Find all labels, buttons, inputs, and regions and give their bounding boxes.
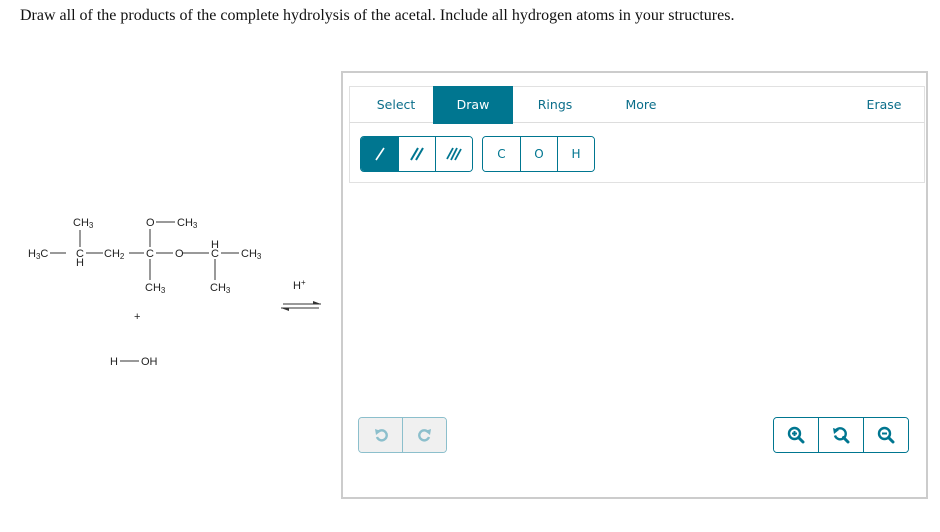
- triple-bond-icon: [446, 147, 462, 161]
- zoom-in-icon: [787, 426, 805, 444]
- atom-label: CH3: [145, 282, 166, 295]
- atom-label: H: [110, 356, 118, 368]
- zoom-reset-icon: [833, 427, 850, 444]
- redo-icon: [417, 429, 431, 442]
- atom-label: O: [146, 217, 155, 229]
- double-bond-button[interactable]: [398, 137, 435, 171]
- atom-label: CH3: [177, 217, 198, 230]
- tab-select[interactable]: Select: [358, 87, 434, 123]
- tab-draw[interactable]: Draw: [433, 86, 513, 124]
- plus-sign: +: [134, 311, 140, 323]
- acetal-structure: H3C CH3 C H CH2 C O CH3 CH3 O H C CH3 CH…: [28, 217, 321, 368]
- undo-button[interactable]: [359, 418, 402, 452]
- catalyst-label: H+: [293, 278, 306, 292]
- zoom-in-button[interactable]: [774, 418, 818, 452]
- tab-rings[interactable]: Rings: [520, 87, 590, 123]
- atom-label: OH: [141, 356, 158, 368]
- tab-more[interactable]: More: [606, 87, 676, 123]
- zoom-out-button[interactable]: [863, 418, 908, 452]
- triple-bond-button[interactable]: [435, 137, 472, 171]
- atom-label: H: [76, 257, 84, 269]
- single-bond-icon: [374, 147, 385, 161]
- atom-label: CH2: [104, 248, 125, 261]
- atom-tool-group: C O H: [482, 136, 595, 172]
- zoom-out-icon: [877, 426, 895, 444]
- single-bond-button[interactable]: [361, 137, 398, 171]
- atom-label: C: [211, 248, 219, 260]
- zoom-reset-button[interactable]: [818, 418, 863, 452]
- atom-label: CH3: [73, 217, 94, 230]
- zoom-controls: [773, 417, 909, 453]
- bond-tool-group: [360, 136, 473, 172]
- draw-tools-bar: C O H: [349, 123, 925, 183]
- atom-oxygen-button[interactable]: O: [520, 137, 557, 171]
- atom-hydrogen-button[interactable]: H: [557, 137, 594, 171]
- redo-button[interactable]: [402, 418, 446, 452]
- atom-label: H3C: [28, 248, 48, 261]
- atom-label: CH3: [241, 248, 262, 261]
- double-bond-icon: [410, 147, 424, 161]
- atom-label: CH3: [210, 282, 231, 295]
- structure-editor[interactable]: Select Draw Rings More Erase C O H: [341, 71, 928, 499]
- history-controls: [358, 417, 447, 453]
- atom-label: O: [175, 248, 184, 260]
- editor-toolbar: Select Draw Rings More Erase: [349, 86, 925, 124]
- atom-carbon-button[interactable]: C: [483, 137, 520, 171]
- atom-label: C: [146, 248, 154, 260]
- undo-icon: [374, 429, 388, 442]
- reaction-scheme: H3C CH3 C H CH2 C O CH3 CH3 O H C CH3 CH…: [0, 0, 340, 532]
- erase-button[interactable]: Erase: [854, 87, 914, 123]
